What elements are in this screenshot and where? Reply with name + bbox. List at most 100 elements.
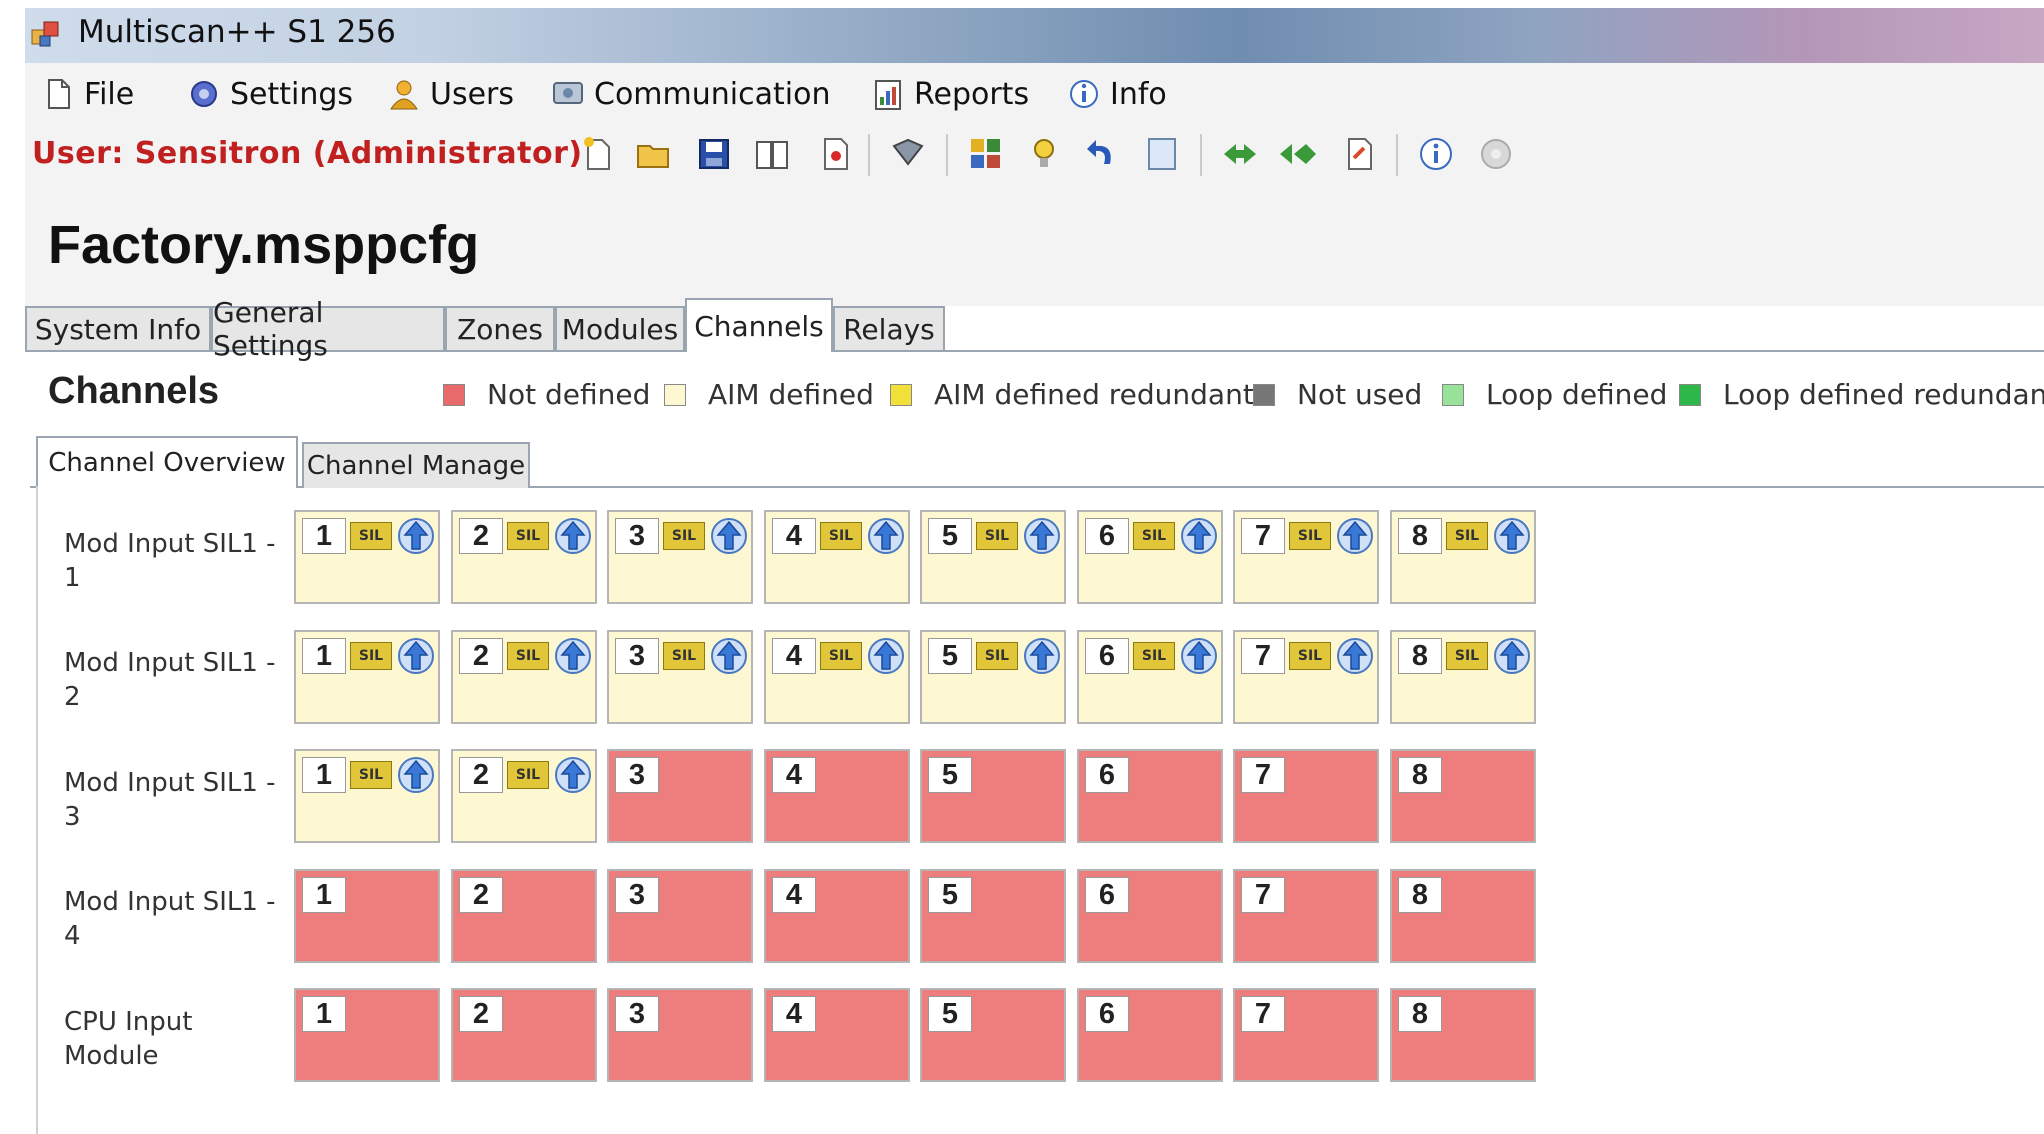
channel-cell[interactable]: 8 bbox=[1390, 749, 1536, 843]
channel-cell[interactable]: 3 SIL bbox=[607, 630, 753, 724]
menu-settings[interactable]: Settings bbox=[186, 72, 353, 116]
channel-cell[interactable]: 3 bbox=[607, 869, 753, 963]
legend-swatch bbox=[1442, 383, 1464, 406]
tab-channels[interactable]: Channels bbox=[685, 298, 833, 352]
new-icon[interactable] bbox=[578, 134, 618, 174]
channel-cell[interactable]: 6 bbox=[1077, 869, 1223, 963]
upload-arrow-icon bbox=[398, 638, 434, 674]
communication-icon bbox=[553, 82, 583, 104]
bulb-icon[interactable] bbox=[1024, 134, 1064, 174]
upload-arrow-icon bbox=[1181, 518, 1217, 554]
channel-cell[interactable]: 1 SIL bbox=[294, 749, 440, 843]
legend-swatch bbox=[664, 383, 686, 406]
channel-cell[interactable]: 8 bbox=[1390, 869, 1536, 963]
channel-cell[interactable]: 1 SIL bbox=[294, 630, 440, 724]
channel-number: 4 bbox=[772, 638, 816, 674]
sil-badge-icon: SIL bbox=[350, 761, 392, 789]
legend-not-defined: Not defined bbox=[443, 378, 650, 411]
channel-number: 6 bbox=[1085, 757, 1129, 793]
channel-cell[interactable]: 5 bbox=[920, 749, 1066, 843]
channel-cell[interactable]: 2 SIL bbox=[451, 510, 597, 604]
channel-cell[interactable]: 5 SIL bbox=[920, 510, 1066, 604]
menu-settings-label: Settings bbox=[230, 76, 354, 112]
list-icon[interactable] bbox=[1142, 134, 1182, 174]
channel-cell[interactable]: 8 bbox=[1390, 988, 1536, 1082]
info-icon[interactable] bbox=[1416, 134, 1456, 174]
channel-cell[interactable]: 1 bbox=[294, 988, 440, 1082]
menu-file[interactable]: File bbox=[40, 72, 134, 116]
channel-cell[interactable]: 6 SIL bbox=[1077, 630, 1223, 724]
tab-system-info[interactable]: System Info bbox=[25, 306, 211, 350]
sil-badge-icon: SIL bbox=[1446, 642, 1488, 670]
channel-cell[interactable]: 6 SIL bbox=[1077, 510, 1223, 604]
tab-relays[interactable]: Relays bbox=[833, 306, 945, 350]
channel-cell[interactable]: 8 SIL bbox=[1390, 630, 1536, 724]
download-icon[interactable] bbox=[1220, 134, 1260, 174]
channel-cell[interactable]: 2 SIL bbox=[451, 630, 597, 724]
legend-aim-defined-redundant: AIM defined redundant bbox=[890, 378, 1254, 411]
channel-cell[interactable]: 4 SIL bbox=[764, 510, 910, 604]
book-icon[interactable] bbox=[752, 134, 792, 174]
tab-modules[interactable]: Modules bbox=[555, 306, 685, 350]
channel-cell[interactable]: 7 bbox=[1233, 749, 1379, 843]
channel-cell[interactable]: 4 bbox=[764, 749, 910, 843]
channel-cell[interactable]: 3 SIL bbox=[607, 510, 753, 604]
toolbar-separator bbox=[946, 134, 948, 176]
channel-cell[interactable]: 4 SIL bbox=[764, 630, 910, 724]
channel-number: 4 bbox=[772, 996, 816, 1032]
channel-cell[interactable]: 8 SIL bbox=[1390, 510, 1536, 604]
menu-users[interactable]: Users bbox=[386, 72, 514, 116]
section-heading: Channels bbox=[48, 370, 220, 412]
upload-icon[interactable] bbox=[1278, 134, 1318, 174]
sil-badge-icon: SIL bbox=[1133, 642, 1175, 670]
undo-icon[interactable] bbox=[1082, 134, 1122, 174]
sil-badge-icon: SIL bbox=[1289, 642, 1331, 670]
channel-cell[interactable]: 5 bbox=[920, 869, 1066, 963]
legend-swatch bbox=[443, 383, 465, 406]
menu-communication[interactable]: Communication bbox=[550, 72, 830, 116]
channel-number: 3 bbox=[615, 518, 659, 554]
page-title: Factory.msppcfg bbox=[48, 215, 480, 275]
sil-badge-icon: SIL bbox=[820, 522, 862, 550]
channel-cell[interactable]: 7 SIL bbox=[1233, 630, 1379, 724]
channel-cell[interactable]: 4 bbox=[764, 869, 910, 963]
channel-number: 7 bbox=[1241, 638, 1285, 674]
channel-cell[interactable]: 2 SIL bbox=[451, 749, 597, 843]
channel-cell[interactable]: 6 bbox=[1077, 749, 1223, 843]
channel-number: 6 bbox=[1085, 518, 1129, 554]
users-icon bbox=[390, 80, 418, 110]
channel-cell[interactable]: 7 bbox=[1233, 869, 1379, 963]
export-icon[interactable] bbox=[1340, 134, 1380, 174]
modules-icon[interactable] bbox=[966, 134, 1006, 174]
pdf-icon[interactable] bbox=[816, 134, 856, 174]
channel-cell[interactable]: 7 SIL bbox=[1233, 510, 1379, 604]
tab-zones[interactable]: Zones bbox=[445, 306, 555, 350]
channel-cell[interactable]: 1 bbox=[294, 869, 440, 963]
channel-number: 1 bbox=[302, 638, 346, 674]
channel-cell[interactable]: 1 SIL bbox=[294, 510, 440, 604]
channel-cell[interactable]: 5 bbox=[920, 988, 1066, 1082]
channel-number: 5 bbox=[928, 638, 972, 674]
channel-cell[interactable]: 2 bbox=[451, 988, 597, 1082]
open-icon[interactable] bbox=[634, 134, 674, 174]
channel-cell[interactable]: 7 bbox=[1233, 988, 1379, 1082]
save-icon[interactable] bbox=[694, 134, 734, 174]
tab-general-settings[interactable]: General Settings bbox=[211, 296, 445, 362]
row-label: Mod Input SIL1 - 4 bbox=[64, 887, 276, 951]
channel-cell[interactable]: 3 bbox=[607, 988, 753, 1082]
channel-cell[interactable]: 4 bbox=[764, 988, 910, 1082]
sil-badge-icon: SIL bbox=[820, 642, 862, 670]
menu-reports[interactable]: Reports bbox=[870, 72, 1029, 116]
channel-cell[interactable]: 5 SIL bbox=[920, 630, 1066, 724]
user-label: User: Sensitron (Administrator) bbox=[32, 136, 583, 171]
channel-cell[interactable]: 2 bbox=[451, 869, 597, 963]
channel-number: 7 bbox=[1241, 757, 1285, 793]
tab-channel-manage[interactable]: Channel Manage bbox=[302, 442, 530, 488]
tab-channel-overview[interactable]: Channel Overview bbox=[36, 436, 298, 488]
help-icon[interactable] bbox=[1476, 134, 1516, 174]
channel-cell[interactable]: 6 bbox=[1077, 988, 1223, 1082]
sil-badge-icon: SIL bbox=[507, 642, 549, 670]
menu-info[interactable]: Info bbox=[1066, 72, 1167, 116]
tools-icon[interactable] bbox=[888, 134, 928, 174]
channel-cell[interactable]: 3 bbox=[607, 749, 753, 843]
